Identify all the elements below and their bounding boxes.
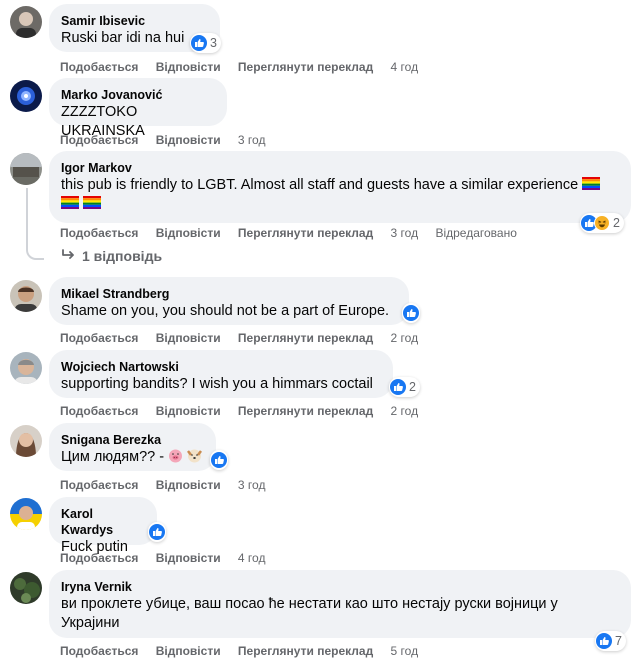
comment-bubble: Marko Jovanović ZZZZTOKO UKRAINSKA xyxy=(49,78,227,139)
comment-author[interactable]: Karol Kwardys xyxy=(61,506,145,538)
like-icon xyxy=(149,524,165,540)
reaction-badge[interactable] xyxy=(402,303,420,323)
translate-button[interactable]: Переглянути переклад xyxy=(238,226,373,240)
like-icon xyxy=(403,305,419,321)
comment-text-main: this pub is friendly to LGBT. Almost all… xyxy=(61,177,579,193)
translate-button[interactable]: Переглянути переклад xyxy=(238,331,373,345)
comment-text: Ruski bar idi na hui xyxy=(61,30,185,46)
comment-text: Цим людям?? - xyxy=(61,448,204,467)
like-button[interactable]: Подобається xyxy=(60,226,138,240)
comment-actions: Подобається Відповісти Переглянути перек… xyxy=(60,644,432,658)
timestamp[interactable]: 4 год xyxy=(238,551,266,565)
comment-author[interactable]: Snigana Berezka xyxy=(61,432,204,448)
reaction-badge[interactable]: 3 xyxy=(190,33,221,53)
reaction-badge[interactable]: 2 xyxy=(580,213,624,233)
like-icon xyxy=(596,633,612,649)
translate-button[interactable]: Переглянути переклад xyxy=(238,404,373,418)
reply-button[interactable]: Відповісти xyxy=(156,60,221,74)
replies-count-label: 1 відповідь xyxy=(82,248,163,264)
timestamp[interactable]: 2 год xyxy=(391,404,419,418)
avatar[interactable] xyxy=(10,572,42,604)
reaction-badge[interactable]: 2 xyxy=(389,377,420,397)
comment-actions: Подобається Відповісти 3 год xyxy=(60,478,279,492)
comment-actions: Подобається Відповісти Переглянути перек… xyxy=(60,60,432,74)
reply-button[interactable]: Відповісти xyxy=(156,644,221,658)
reply-button[interactable]: Відповісти xyxy=(156,478,221,492)
pig-face-icon xyxy=(168,449,183,465)
timestamp[interactable]: 3 год xyxy=(391,226,419,240)
reaction-badge[interactable]: 7 xyxy=(595,631,626,651)
avatar[interactable] xyxy=(10,280,42,312)
reaction-count: 2 xyxy=(613,216,620,230)
reply-button[interactable]: Відповісти xyxy=(156,226,221,240)
reaction-count: 7 xyxy=(615,634,622,648)
comment-bubble: Snigana Berezka Цим людям?? - xyxy=(49,423,216,471)
comment-bubble: Karol Kwardys Fuck putin xyxy=(49,497,157,555)
dog-face-icon xyxy=(187,449,203,465)
comment-author[interactable]: Wojciech Nartowski xyxy=(61,359,381,375)
comment-text: Shame on you, you should not be a part o… xyxy=(61,303,390,319)
edited-label[interactable]: Відредаговано xyxy=(435,226,516,240)
reaction-count: 2 xyxy=(409,380,416,394)
like-button[interactable]: Подобається xyxy=(60,404,138,418)
reaction-count: 3 xyxy=(210,36,217,50)
rainbow-flag-icon xyxy=(582,177,601,190)
comment-bubble: Igor Markov this pub is friendly to LGBT… xyxy=(49,151,631,223)
thread-connector xyxy=(26,188,44,260)
avatar[interactable] xyxy=(10,352,42,384)
reply-button[interactable]: Відповісти xyxy=(156,133,221,147)
reply-button[interactable]: Відповісти xyxy=(156,331,221,345)
reaction-badge[interactable] xyxy=(148,522,166,542)
comment-text: supporting bandits? I wish you a himmars… xyxy=(61,376,373,392)
view-replies-link[interactable]: 1 відповідь xyxy=(62,248,162,264)
like-button[interactable]: Подобається xyxy=(60,60,138,74)
reply-button[interactable]: Відповісти xyxy=(156,551,221,565)
avatar[interactable] xyxy=(10,6,42,38)
reply-button[interactable]: Відповісти xyxy=(156,404,221,418)
comment-text-line2: Украјини xyxy=(61,615,120,631)
comment-text: ви проклете убице, ваш посао ће нестати … xyxy=(61,596,558,612)
comment-bubble: Wojciech Nartowski supporting bandits? I… xyxy=(49,350,393,398)
like-button[interactable]: Подобається xyxy=(60,478,138,492)
rainbow-flag-icon xyxy=(83,196,102,209)
comment-author[interactable]: Igor Markov xyxy=(61,160,619,176)
avatar[interactable] xyxy=(10,80,42,112)
like-button[interactable]: Подобається xyxy=(60,133,138,147)
comment-author[interactable]: Marko Jovanović xyxy=(61,87,215,103)
comment-bubble: Iryna Vernik ви проклете убице, ваш поса… xyxy=(49,570,631,638)
avatar[interactable] xyxy=(10,153,42,185)
like-button[interactable]: Подобається xyxy=(60,551,138,565)
reply-arrow-icon xyxy=(62,248,76,264)
reaction-badge[interactable] xyxy=(210,450,228,470)
timestamp[interactable]: 2 год xyxy=(391,331,419,345)
like-button[interactable]: Подобається xyxy=(60,331,138,345)
comment-text-main: Цим людям?? - xyxy=(61,449,165,465)
comment-actions: Подобається Відповісти Переглянути перек… xyxy=(60,331,432,345)
comment-author[interactable]: Mikael Strandberg xyxy=(61,286,397,302)
timestamp[interactable]: 3 год xyxy=(238,478,266,492)
like-icon xyxy=(390,379,406,395)
like-icon xyxy=(211,452,227,468)
comment-actions: Подобається Відповісти 4 год xyxy=(60,551,279,565)
avatar[interactable] xyxy=(10,498,42,530)
like-button[interactable]: Подобається xyxy=(60,644,138,658)
comment-actions: Подобається Відповісти Переглянути перек… xyxy=(60,226,531,240)
timestamp[interactable]: 5 год xyxy=(391,644,419,658)
comment-author[interactable]: Samir Ibisevic xyxy=(61,13,208,29)
translate-button[interactable]: Переглянути переклад xyxy=(238,644,373,658)
comment-bubble: Mikael Strandberg Shame on you, you shou… xyxy=(49,277,409,325)
timestamp[interactable]: 4 год xyxy=(391,60,419,74)
timestamp[interactable]: 3 год xyxy=(238,133,266,147)
rainbow-flag-icon xyxy=(61,196,79,209)
comment-actions: Подобається Відповісти 3 год xyxy=(60,133,279,147)
comment-text: this pub is friendly to LGBT. Almost all… xyxy=(61,176,619,214)
avatar[interactable] xyxy=(10,425,42,457)
haha-icon xyxy=(594,215,610,231)
like-icon xyxy=(191,35,207,51)
comment-author[interactable]: Iryna Vernik xyxy=(61,579,619,595)
comment-actions: Подобається Відповісти Переглянути перек… xyxy=(60,404,432,418)
translate-button[interactable]: Переглянути переклад xyxy=(238,60,373,74)
